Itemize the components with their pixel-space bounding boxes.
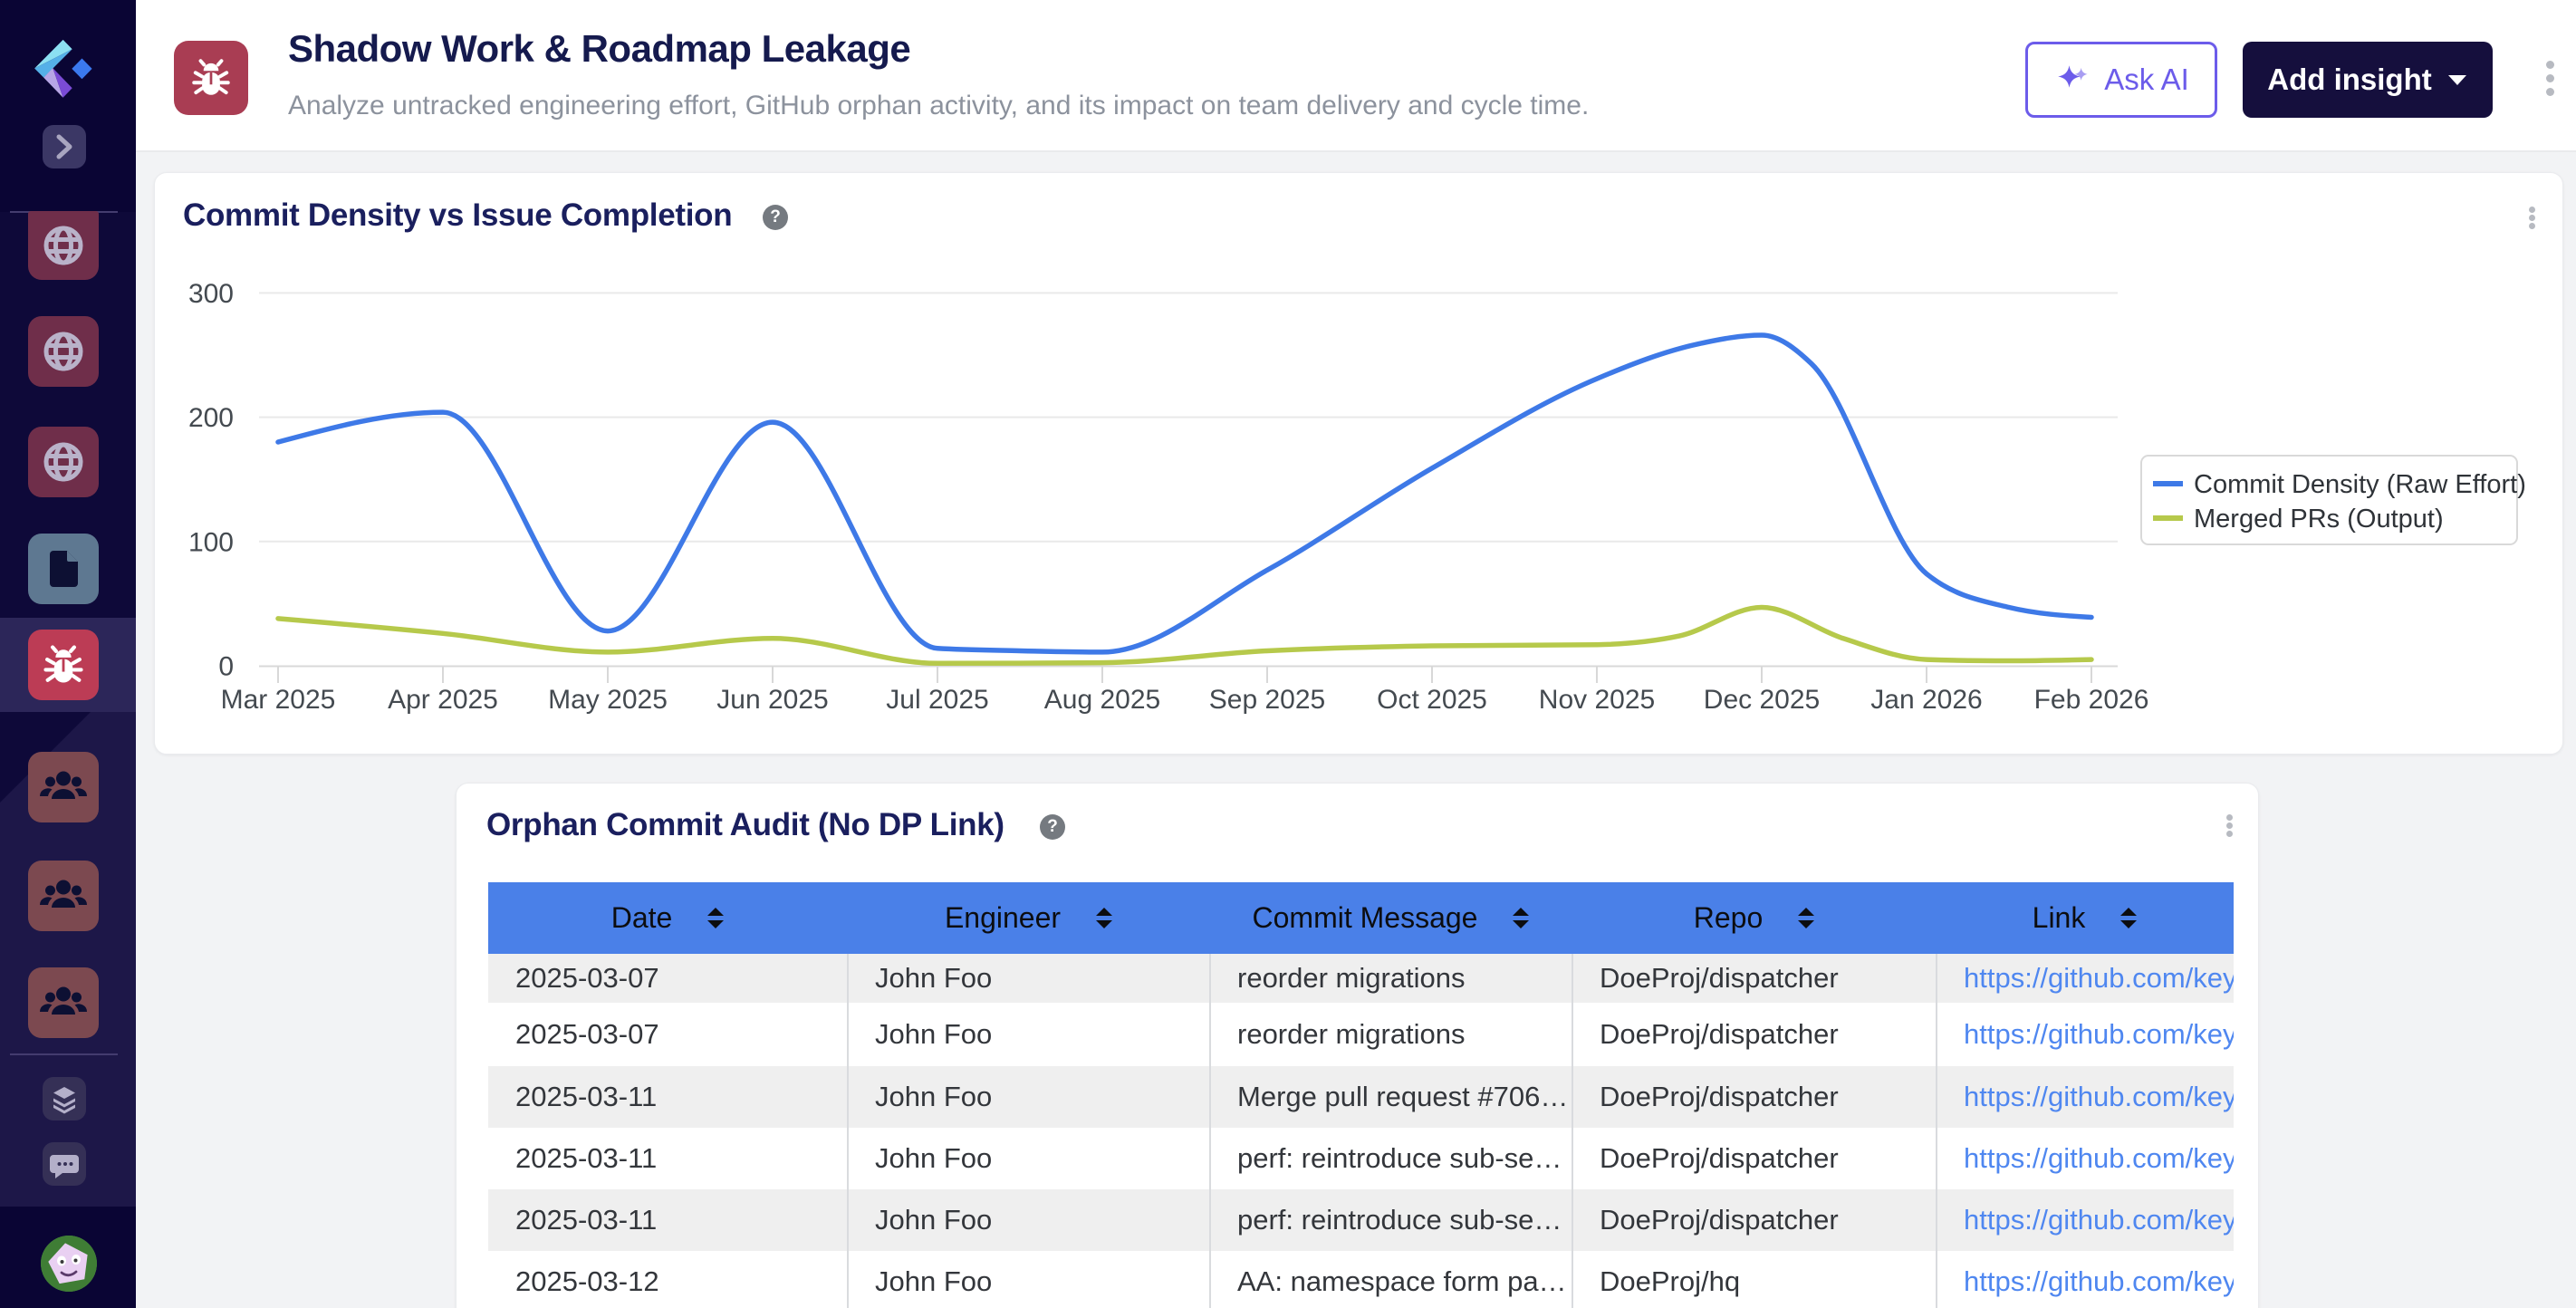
svg-text:Jan 2026: Jan 2026: [1870, 685, 1982, 715]
svg-text:Sep 2025: Sep 2025: [1209, 685, 1325, 715]
svg-text:Apr 2025: Apr 2025: [388, 685, 498, 715]
svg-text:0: 0: [218, 652, 234, 682]
svg-text:May 2025: May 2025: [548, 685, 668, 715]
svg-text:200: 200: [188, 403, 234, 433]
svg-text:Nov 2025: Nov 2025: [1539, 685, 1655, 715]
svg-text:300: 300: [188, 279, 234, 309]
svg-text:100: 100: [188, 527, 234, 557]
svg-text:Aug 2025: Aug 2025: [1044, 685, 1160, 715]
svg-text:Oct 2025: Oct 2025: [1377, 685, 1487, 715]
svg-text:Feb 2026: Feb 2026: [2034, 685, 2149, 715]
svg-text:Merged PRs (Output): Merged PRs (Output): [2194, 505, 2444, 534]
svg-text:Jun 2025: Jun 2025: [716, 685, 828, 715]
svg-text:Jul 2025: Jul 2025: [886, 685, 988, 715]
svg-text:Commit Density (Raw Effort): Commit Density (Raw Effort): [2194, 470, 2526, 499]
svg-text:Dec 2025: Dec 2025: [1704, 685, 1820, 715]
svg-text:Mar 2025: Mar 2025: [221, 685, 336, 715]
